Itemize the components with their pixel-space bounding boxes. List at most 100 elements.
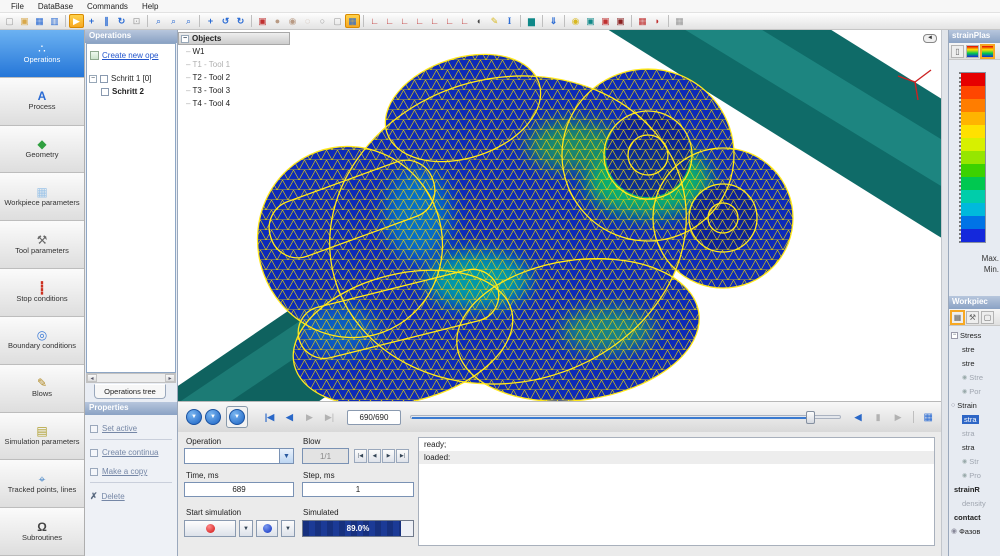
chart-icon[interactable]: ▆ bbox=[524, 14, 539, 28]
zoom-in-icon[interactable]: ⌕ bbox=[151, 14, 166, 28]
add-operation-icon[interactable]: + bbox=[84, 14, 99, 28]
sidebar-item-geometry[interactable]: ◆ Geometry bbox=[0, 125, 84, 174]
fringe-none-icon[interactable]: ▯ bbox=[951, 44, 964, 58]
view-iso-icon[interactable]: ∟ bbox=[457, 14, 472, 28]
sidebar-item-simulation-parameters[interactable]: ▤ Simulation parameters bbox=[0, 412, 84, 461]
view-right-icon[interactable]: ∟ bbox=[412, 14, 427, 28]
field-group-stress[interactable]: − Stress bbox=[949, 328, 1000, 342]
show-final-result-button[interactable]: ▼ bbox=[229, 409, 245, 425]
field-item[interactable]: ◉ Pro bbox=[949, 468, 1000, 482]
zoom-out-icon[interactable]: ⌕ bbox=[166, 14, 181, 28]
operation-tree-node[interactable]: − Schritt 1 [0] bbox=[89, 72, 173, 85]
object-item-t3[interactable]: T3 - Tool 3 bbox=[178, 84, 290, 97]
skip-to-start-button[interactable]: |◀ bbox=[261, 412, 278, 423]
bounding-box-icon[interactable]: ▢ bbox=[330, 14, 345, 28]
colorbar-settings-icon[interactable] bbox=[980, 43, 995, 59]
fit-view-icon[interactable]: ⊡ bbox=[129, 14, 144, 28]
record-back-button[interactable]: ◀ bbox=[850, 412, 867, 423]
mesh-view-icon[interactable]: ▦ bbox=[345, 14, 360, 28]
make-a-copy-action[interactable]: Make a copy bbox=[90, 467, 172, 476]
sidebar-item-boundary-conditions[interactable]: ◎ Boundary conditions bbox=[0, 316, 84, 365]
panel-collapse-button[interactable]: ◄ bbox=[923, 34, 937, 43]
set-active-action[interactable]: Set active bbox=[90, 424, 172, 433]
operations-tree-tab[interactable]: Operations tree bbox=[94, 384, 166, 399]
sidebar-item-subroutines[interactable]: Ω Subroutines bbox=[0, 508, 84, 556]
tree-expander-icon[interactable]: − bbox=[89, 74, 97, 83]
field-item[interactable]: ◉ Stre bbox=[949, 370, 1000, 384]
pause-icon[interactable]: ∥ bbox=[99, 14, 114, 28]
field-item-selected[interactable]: stra bbox=[949, 412, 1000, 426]
field-item[interactable]: stre bbox=[949, 342, 1000, 356]
start-simulation-button[interactable] bbox=[184, 520, 236, 537]
scroll-right-icon[interactable]: ▸ bbox=[165, 374, 175, 382]
last-blow-button[interactable]: ▶| bbox=[396, 449, 409, 463]
object-item-t4[interactable]: T4 - Tool 4 bbox=[178, 97, 290, 110]
first-blow-button[interactable]: |◀ bbox=[354, 449, 367, 463]
field-item[interactable]: stra bbox=[949, 440, 1000, 454]
text-icon[interactable]: I bbox=[502, 14, 517, 28]
view-top-icon[interactable]: ∟ bbox=[427, 14, 442, 28]
save-result-icon[interactable]: ⇓ bbox=[546, 14, 561, 28]
operation-node-label[interactable]: Schritt 2 bbox=[112, 87, 144, 96]
menu-database[interactable]: DataBase bbox=[31, 2, 80, 11]
sidebar-item-blows[interactable]: ✎ Blows bbox=[0, 364, 84, 413]
qform-logo-icon[interactable]: ◗ bbox=[650, 14, 665, 28]
field-item[interactable]: ◉ Por bbox=[949, 384, 1000, 398]
scroll-left-icon[interactable]: ◂ bbox=[87, 374, 97, 382]
skip-to-end-button[interactable]: ▶| bbox=[321, 412, 338, 423]
next-blow-button[interactable]: ▶ bbox=[382, 449, 395, 463]
start-simulation-icon[interactable]: ▶ bbox=[69, 14, 84, 28]
rotate-ccw-icon[interactable]: ↺ bbox=[218, 14, 233, 28]
refresh-icon[interactable]: ↻ bbox=[114, 14, 129, 28]
license-icon[interactable]: ◉ bbox=[568, 14, 583, 28]
log-message-list[interactable]: ready; loaded: bbox=[418, 437, 935, 546]
tree-expander-icon[interactable]: − bbox=[181, 34, 189, 43]
transparent-view-icon[interactable]: ○ bbox=[315, 14, 330, 28]
colorbar-icon[interactable] bbox=[966, 44, 979, 58]
save-icon[interactable]: ▦ bbox=[32, 14, 47, 28]
sidebar-item-stop-conditions[interactable]: ┋ Stop conditions bbox=[0, 269, 84, 317]
field-item[interactable]: ◉ Фазов bbox=[949, 524, 1000, 538]
rotate-cw-icon[interactable]: ↻ bbox=[233, 14, 248, 28]
show-intermediate-result-button[interactable]: ▼ bbox=[205, 409, 221, 425]
record-pause-button[interactable]: ▮ bbox=[870, 412, 887, 423]
sidebar-item-tracked-points-lines[interactable]: ⌖ Tracked points, lines bbox=[0, 460, 84, 509]
tree-expander-icon[interactable]: − bbox=[951, 331, 958, 339]
sidebar-item-workpiece-parameters[interactable]: ▦ Workpiece parameters bbox=[0, 173, 84, 222]
object-item-t1[interactable]: T1 - Tool 1 bbox=[178, 58, 290, 71]
open-file-icon[interactable]: ▣ bbox=[17, 14, 32, 28]
field-item[interactable]: ◉ Str bbox=[949, 454, 1000, 468]
pan-icon[interactable]: + bbox=[203, 14, 218, 28]
image-icon[interactable]: ▣ bbox=[255, 14, 270, 28]
operation-node-label[interactable]: Schritt 1 [0] bbox=[111, 74, 151, 83]
step-forward-button[interactable]: ▶ bbox=[301, 412, 318, 423]
field-item[interactable]: stra bbox=[949, 426, 1000, 440]
tool-fields-icon[interactable]: ⚒ bbox=[966, 310, 979, 324]
fields-database-icon[interactable]: ▦ bbox=[950, 309, 965, 325]
view-left-icon[interactable]: ∟ bbox=[397, 14, 412, 28]
field-item[interactable]: contact bbox=[949, 510, 1000, 524]
window-layout-icon[interactable]: ▦ bbox=[635, 14, 650, 28]
log-row[interactable]: loaded: bbox=[419, 451, 934, 464]
object-item-t2[interactable]: T2 - Tool 2 bbox=[178, 71, 290, 84]
set-active-checkbox[interactable] bbox=[90, 424, 98, 433]
create-new-operation-label[interactable]: Create new ope bbox=[102, 51, 158, 60]
simulation-scene[interactable] bbox=[178, 30, 941, 401]
new-file-icon[interactable]: ▢ bbox=[2, 14, 17, 28]
make-a-copy-checkbox[interactable] bbox=[90, 467, 98, 476]
remote-options-dropdown[interactable]: ▼ bbox=[281, 520, 295, 537]
tree-expander-icon[interactable]: ○ bbox=[951, 402, 955, 409]
shaded-view-icon[interactable]: ● bbox=[270, 14, 285, 28]
measure-icon[interactable]: ✎ bbox=[487, 14, 502, 28]
viewport-3d[interactable]: − Objects W1 T1 - Tool 1 T2 - Tool 2 T3 … bbox=[178, 30, 941, 401]
object-item-w1[interactable]: W1 bbox=[178, 45, 290, 58]
menu-help[interactable]: Help bbox=[135, 2, 165, 11]
step-field[interactable]: 1 bbox=[302, 482, 414, 497]
database-tool-2-icon[interactable]: ▣ bbox=[598, 14, 613, 28]
remote-simulation-button[interactable] bbox=[256, 520, 278, 537]
view-front-icon[interactable]: ∟ bbox=[367, 14, 382, 28]
field-item[interactable]: stre bbox=[949, 356, 1000, 370]
screen-capture-icon[interactable]: ▦ bbox=[672, 14, 687, 28]
set-active-label[interactable]: Set active bbox=[102, 424, 137, 433]
previous-blow-button[interactable]: ◀ bbox=[368, 449, 381, 463]
